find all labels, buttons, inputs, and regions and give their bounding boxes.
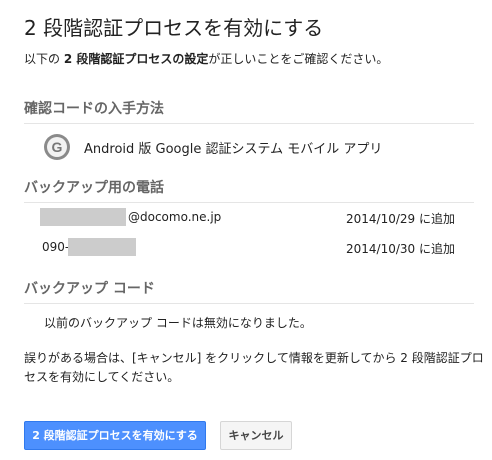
redacted-block	[68, 238, 136, 256]
phone-value: 090-	[42, 240, 70, 254]
phone-date: 2014/10/30 に追加	[346, 242, 455, 256]
phone-value: @docomo.ne.jp	[128, 210, 222, 224]
google-g-icon-glyph: G	[51, 139, 63, 155]
intro-text-bold: 2 段階認証プロセスの設定	[63, 52, 209, 66]
method-text: Android 版 Google 認証システム モバイル アプリ	[84, 141, 383, 157]
phone-row: @docomo.ne.jp 2014/10/29 に追加	[40, 208, 460, 226]
phone-date: 2014/10/29 に追加	[346, 212, 455, 226]
google-g-icon: G	[44, 134, 70, 160]
section-heading-method: 確認コードの入手方法	[24, 98, 474, 124]
intro-text: 以下の 2 段階認証プロセスの設定が正しいことをご確認ください。	[24, 50, 388, 67]
method-row: G Android 版 Google 認証システム モバイル アプリ	[44, 134, 382, 160]
intro-text-end: が正しいことをご確認ください。	[208, 52, 389, 66]
dialog-title: 2 段階認証プロセスを有効にする	[24, 16, 324, 40]
enable-2sv-button[interactable]: 2 段階認証プロセスを有効にする	[24, 421, 206, 450]
error-note: 誤りがある場合は、[キャンセル] をクリックして情報を更新してから 2 段階認証…	[24, 351, 484, 384]
cancel-button[interactable]: キャンセル	[220, 421, 292, 450]
redacted-block	[40, 208, 126, 226]
phone-row: 090- 2014/10/30 に追加	[40, 238, 460, 256]
section-heading-phones: バックアップ用の電話	[24, 177, 474, 203]
backup-code-note: 以前のバックアップ コードは無効になりました。	[44, 316, 312, 330]
section-heading-backup: バックアップ コード	[24, 278, 474, 304]
intro-text-start: 以下の	[24, 52, 64, 66]
